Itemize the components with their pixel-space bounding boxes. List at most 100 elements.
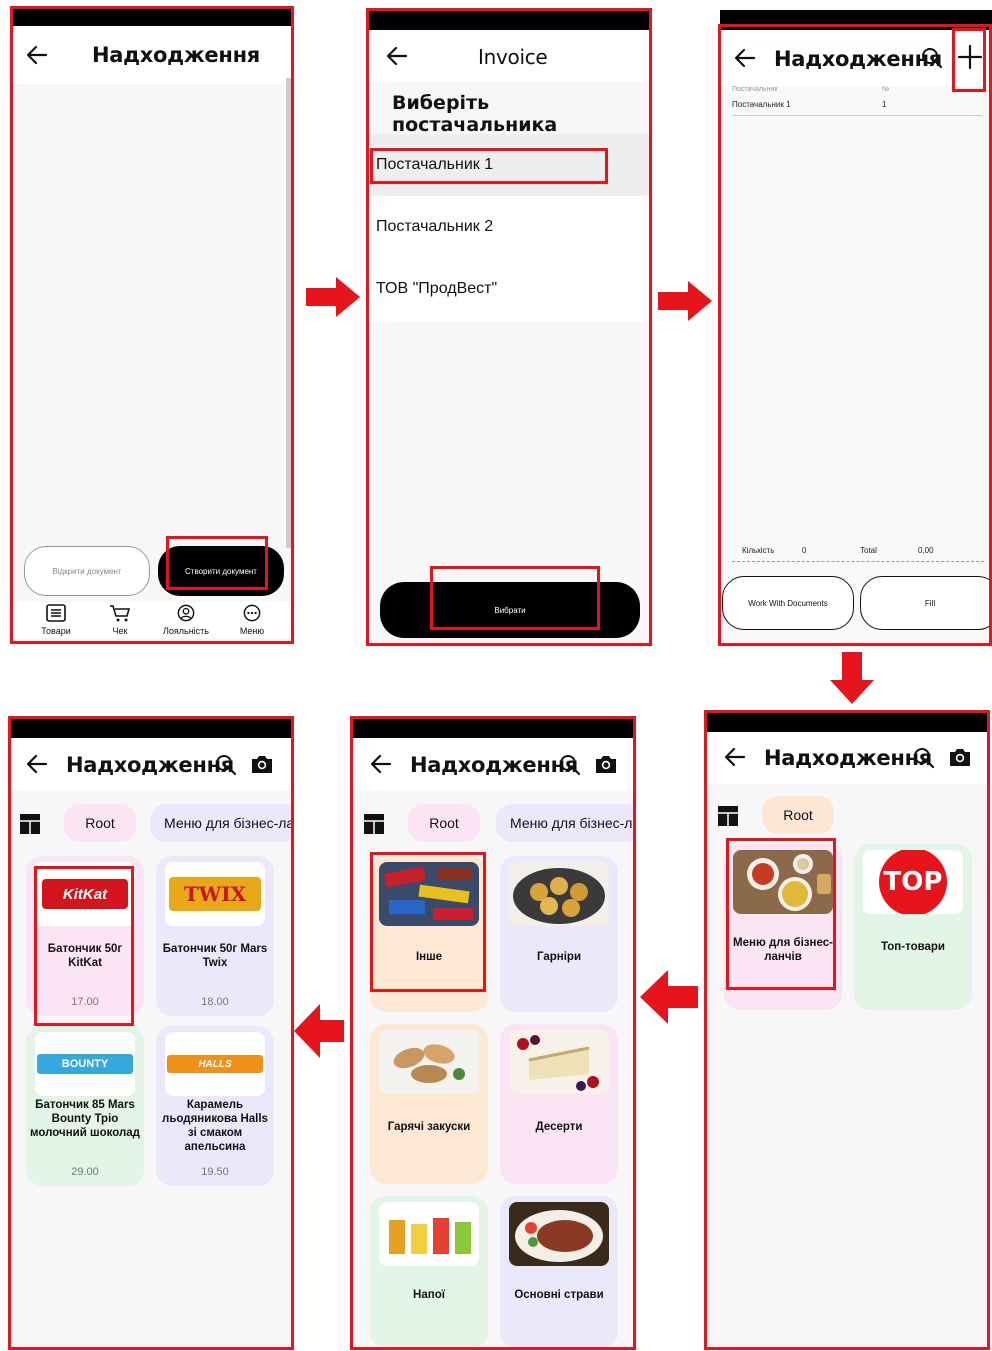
page-title: Invoice <box>478 45 548 69</box>
nav-label: Меню <box>239 626 265 636</box>
camera-icon[interactable] <box>594 753 618 775</box>
side-dishes-image <box>509 862 609 926</box>
nav-item-goods[interactable]: Товари <box>32 604 80 636</box>
fill-button[interactable]: Fill <box>860 576 992 630</box>
page-title: Надходження <box>774 47 942 71</box>
category-card[interactable]: Гарніри <box>500 856 618 1012</box>
camera-icon[interactable] <box>948 746 972 768</box>
screen-category-menu: Надходження Root Меню для бізнес-ла Інше… <box>352 718 634 1348</box>
breadcrumb-root-chip[interactable]: Root <box>64 804 136 842</box>
category-name: Інше <box>415 951 443 963</box>
column-header-supplier: Постачальник <box>732 86 778 93</box>
screen-document: Надходження Постачальник № Постачальник … <box>720 10 992 644</box>
halls-logo: HALLS <box>167 1055 263 1073</box>
hot-snacks-image <box>379 1030 479 1094</box>
status-bar <box>352 718 634 738</box>
more-icon <box>243 604 261 622</box>
grid-view-icon[interactable] <box>718 806 738 826</box>
header: Надходження <box>10 738 292 790</box>
product-name: Батончик 50г Mars Twix <box>162 943 268 969</box>
back-arrow-icon[interactable] <box>732 45 758 71</box>
product-image: KitKat <box>35 862 135 926</box>
kitkat-logo-text: KitKat <box>62 885 108 903</box>
grid-view-icon[interactable] <box>20 814 40 834</box>
list-icon <box>46 604 66 622</box>
camera-icon[interactable] <box>250 753 274 775</box>
category-card[interactable]: Напої <box>370 1196 488 1348</box>
documents-table: Постачальник № Постачальник 1 1 <box>732 86 982 116</box>
category-name: Топ-товари <box>880 941 945 953</box>
halls-logo-text: HALLS <box>198 1058 232 1070</box>
category-card[interactable]: Гарячі закуски <box>370 1024 488 1184</box>
nav-item-loyalty[interactable]: Лояльність <box>156 604 216 636</box>
supplier-item[interactable]: Постачальник 1 <box>368 134 650 196</box>
grid-view-icon[interactable] <box>364 814 384 834</box>
top-badge-text: TOP <box>883 867 943 897</box>
back-arrow-icon[interactable] <box>384 43 410 69</box>
status-bar <box>368 10 650 30</box>
table-cell-number[interactable]: 1 <box>882 100 886 109</box>
category-card-business-lunch[interactable]: Меню для бізнес-ланчів <box>724 844 842 1010</box>
totals-row: Кількість 0 Total 0,00 <box>732 544 984 562</box>
drinks-image <box>379 1202 479 1266</box>
twix-logo-text: TWIX <box>183 882 247 906</box>
column-header-number: № <box>882 86 890 93</box>
supplier-item[interactable]: ТОВ "ПродВест" <box>368 258 650 320</box>
header: Надходження <box>352 738 634 790</box>
add-icon[interactable] <box>956 43 984 71</box>
category-card[interactable]: Десерти <box>500 1024 618 1184</box>
hot-snacks-icon <box>379 1030 479 1094</box>
search-icon[interactable] <box>920 46 944 70</box>
work-with-documents-button[interactable]: Work With Documents <box>722 576 854 630</box>
back-arrow-icon[interactable] <box>24 751 50 777</box>
quantity-label: Кількість <box>742 546 775 555</box>
category-card-top-goods[interactable]: TOP Топ-товари <box>854 844 972 1010</box>
cart-icon <box>110 605 131 622</box>
category-card[interactable]: Основні страви <box>500 1196 618 1348</box>
product-card[interactable]: HALLS Карамель льодяникова Halls зі смак… <box>156 1026 274 1186</box>
open-document-button[interactable]: Відкрити документ <box>24 546 150 596</box>
product-card[interactable]: TWIX Батончик 50г Mars Twix 18.00 <box>156 856 274 1016</box>
create-document-label: Створити документ <box>185 566 257 576</box>
category-name: Гарячі закуски <box>387 1121 471 1133</box>
status-bar <box>10 6 292 26</box>
breadcrumb-root-chip[interactable]: Root <box>762 796 834 834</box>
product-price: 19.50 <box>201 1166 229 1178</box>
right-arrow-icon <box>306 277 360 317</box>
product-card[interactable]: BOUNTY Батончик 85 Mars Bounty Тріо моло… <box>26 1026 144 1186</box>
total-value: 0,00 <box>918 546 934 555</box>
fill-label: Fill <box>924 598 936 608</box>
category-card[interactable]: Інше <box>370 856 488 1012</box>
down-arrow-icon <box>830 652 874 704</box>
screen-products: Надходження Root Меню для бізнес-ла KitK… <box>10 718 292 1348</box>
scrollbar[interactable] <box>286 78 292 548</box>
left-arrow-icon <box>294 1004 344 1058</box>
product-price: 18.00 <box>201 996 229 1008</box>
header: Надходження <box>706 732 990 784</box>
breadcrumb-menu-chip[interactable]: Меню для бізнес-ла <box>496 804 634 842</box>
drinks-icon <box>379 1202 479 1266</box>
search-icon[interactable] <box>912 746 936 770</box>
nav-item-check[interactable]: Чек <box>98 604 142 636</box>
product-price: 17.00 <box>71 996 99 1008</box>
breadcrumb-root-chip[interactable]: Root <box>408 804 480 842</box>
back-arrow-icon[interactable] <box>722 744 748 770</box>
bottom-nav: Товари Чек Лояльність Меню <box>10 602 292 638</box>
table-cell-supplier[interactable]: Постачальник 1 <box>732 100 791 109</box>
create-document-button[interactable]: Створити документ <box>158 546 284 596</box>
nav-item-menu[interactable]: Меню <box>232 604 272 636</box>
quantity-value: 0 <box>802 546 807 555</box>
right-arrow-icon <box>658 281 712 321</box>
main-dishes-image <box>509 1202 609 1266</box>
screen-category-root: Надходження Root Меню для бізнес-ланчів … <box>706 712 990 1348</box>
select-button[interactable]: Вибрати <box>380 582 640 638</box>
header: Надходження <box>720 30 992 86</box>
supplier-item[interactable]: Постачальник 2 <box>368 196 650 258</box>
nav-label: Лояльність <box>162 626 209 636</box>
back-arrow-icon[interactable] <box>24 42 50 68</box>
back-arrow-icon[interactable] <box>368 751 394 777</box>
search-icon[interactable] <box>214 753 238 777</box>
search-icon[interactable] <box>558 753 582 777</box>
product-card[interactable]: KitKat Батончик 50г KitKat 17.00 <box>26 856 144 1016</box>
breadcrumb-menu-chip[interactable]: Меню для бізнес-ла <box>150 804 292 842</box>
